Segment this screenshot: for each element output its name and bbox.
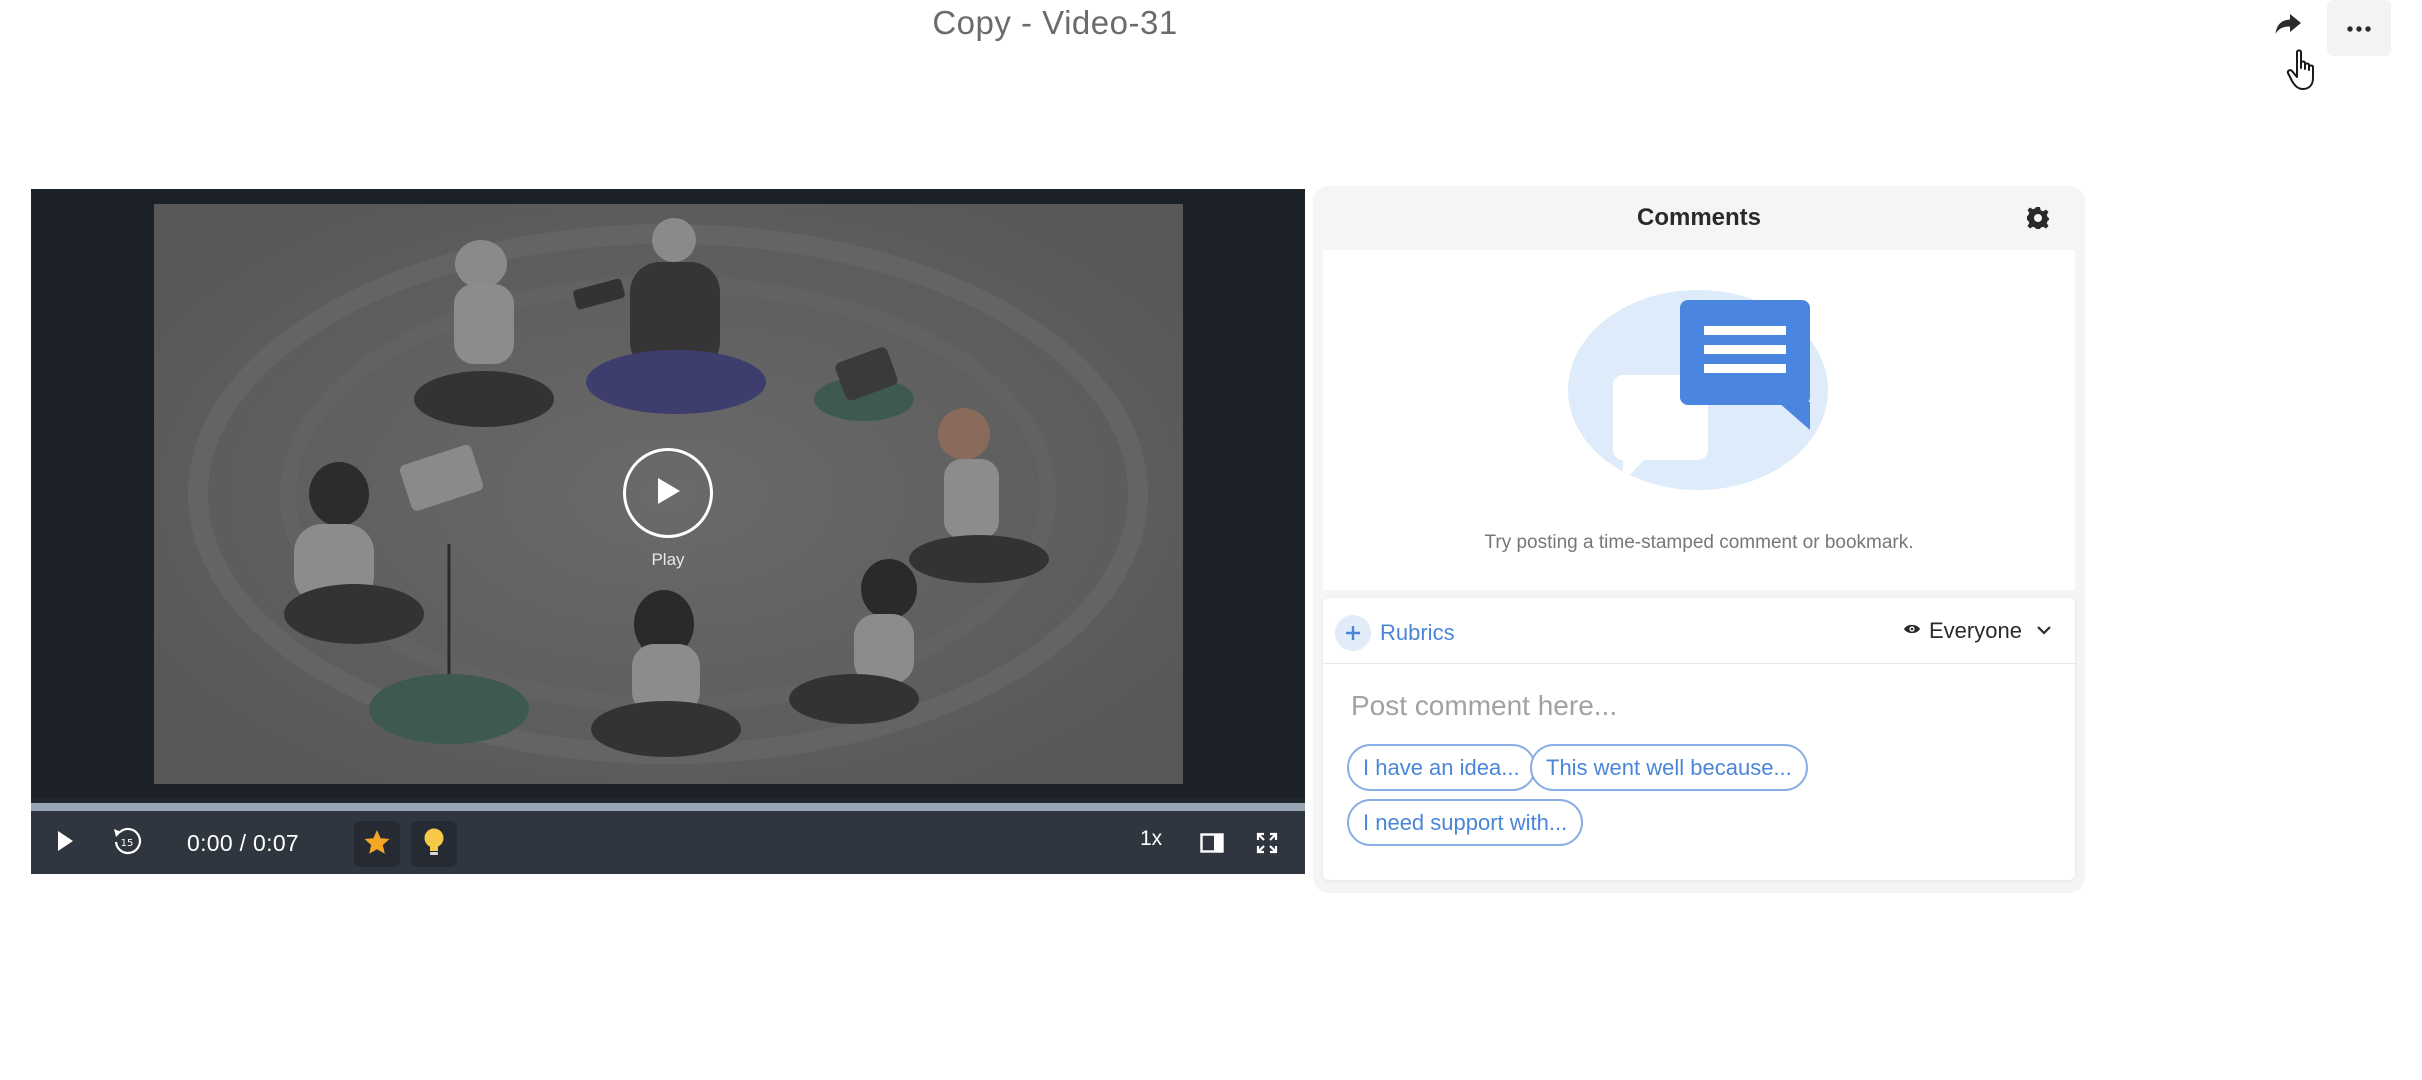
playback-speed[interactable]: 1x [1140,827,1162,851]
star-icon [363,828,391,861]
comments-list: Try posting a time-stamped comment or bo… [1323,250,2075,590]
center-play-control[interactable]: Play [623,448,713,570]
split-view-icon [1200,832,1224,858]
comments-settings-button[interactable] [2026,206,2050,235]
comment-composer: Rubrics Everyone I have an idea... This … [1323,598,2075,880]
chat-bubble-icon [1568,290,1830,495]
play-icon [654,476,682,511]
fullscreen-button[interactable] [1249,827,1285,863]
prompt-idea[interactable]: I have an idea... [1347,744,1536,791]
rewind-15-button[interactable]: 15 [107,823,147,863]
fullscreen-icon [1256,832,1278,859]
center-play-button[interactable] [623,448,713,538]
play-button[interactable] [47,825,83,861]
play-icon [56,830,74,857]
comment-input[interactable] [1351,690,2051,722]
idea-button[interactable] [411,821,457,867]
prompt-went-well[interactable]: This went well because... [1530,744,1808,791]
empty-message: Try posting a time-stamped comment or bo… [1484,532,1914,553]
split-view-button[interactable] [1194,827,1230,863]
hand-cursor-icon [2286,48,2320,97]
lightbulb-icon [423,827,445,862]
audience-label: Everyone [1929,618,2022,643]
composer-toolbar: Rubrics Everyone [1323,598,2075,664]
comments-panel: Comments Try posting a time-stamped comm… [1313,186,2085,893]
video-area[interactable]: Play [31,189,1305,798]
progress-bar[interactable] [31,803,1305,811]
comments-title: Comments [1636,204,1762,231]
plus-icon [1335,615,1371,651]
play-label: Play [651,550,685,569]
time-display: 0:00 / 0:07 [187,830,299,856]
prompt-need-support[interactable]: I need support with... [1347,799,1584,846]
more-options-button[interactable] [2327,0,2391,56]
svg-text:15: 15 [121,838,134,849]
rewind-15-icon: 15 [111,825,143,862]
comments-header: Comments [1313,186,2085,250]
more-dots-icon [2347,19,2371,37]
audience-dropdown[interactable]: Everyone [1903,618,2052,644]
video-player[interactable]: Play 15 0:00 / 0:07 1x [31,189,1305,874]
page-title: Copy - Video-31 [932,4,1178,41]
share-arrow-icon [2274,12,2302,41]
bookmark-star-button[interactable] [354,821,400,867]
share-button[interactable] [2260,2,2316,50]
rubrics-button[interactable]: Rubrics [1335,615,1455,651]
eye-icon [1903,622,1921,640]
rubrics-label: Rubrics [1380,620,1455,645]
chevron-down-icon [2036,622,2052,640]
gear-icon [2026,207,2050,234]
